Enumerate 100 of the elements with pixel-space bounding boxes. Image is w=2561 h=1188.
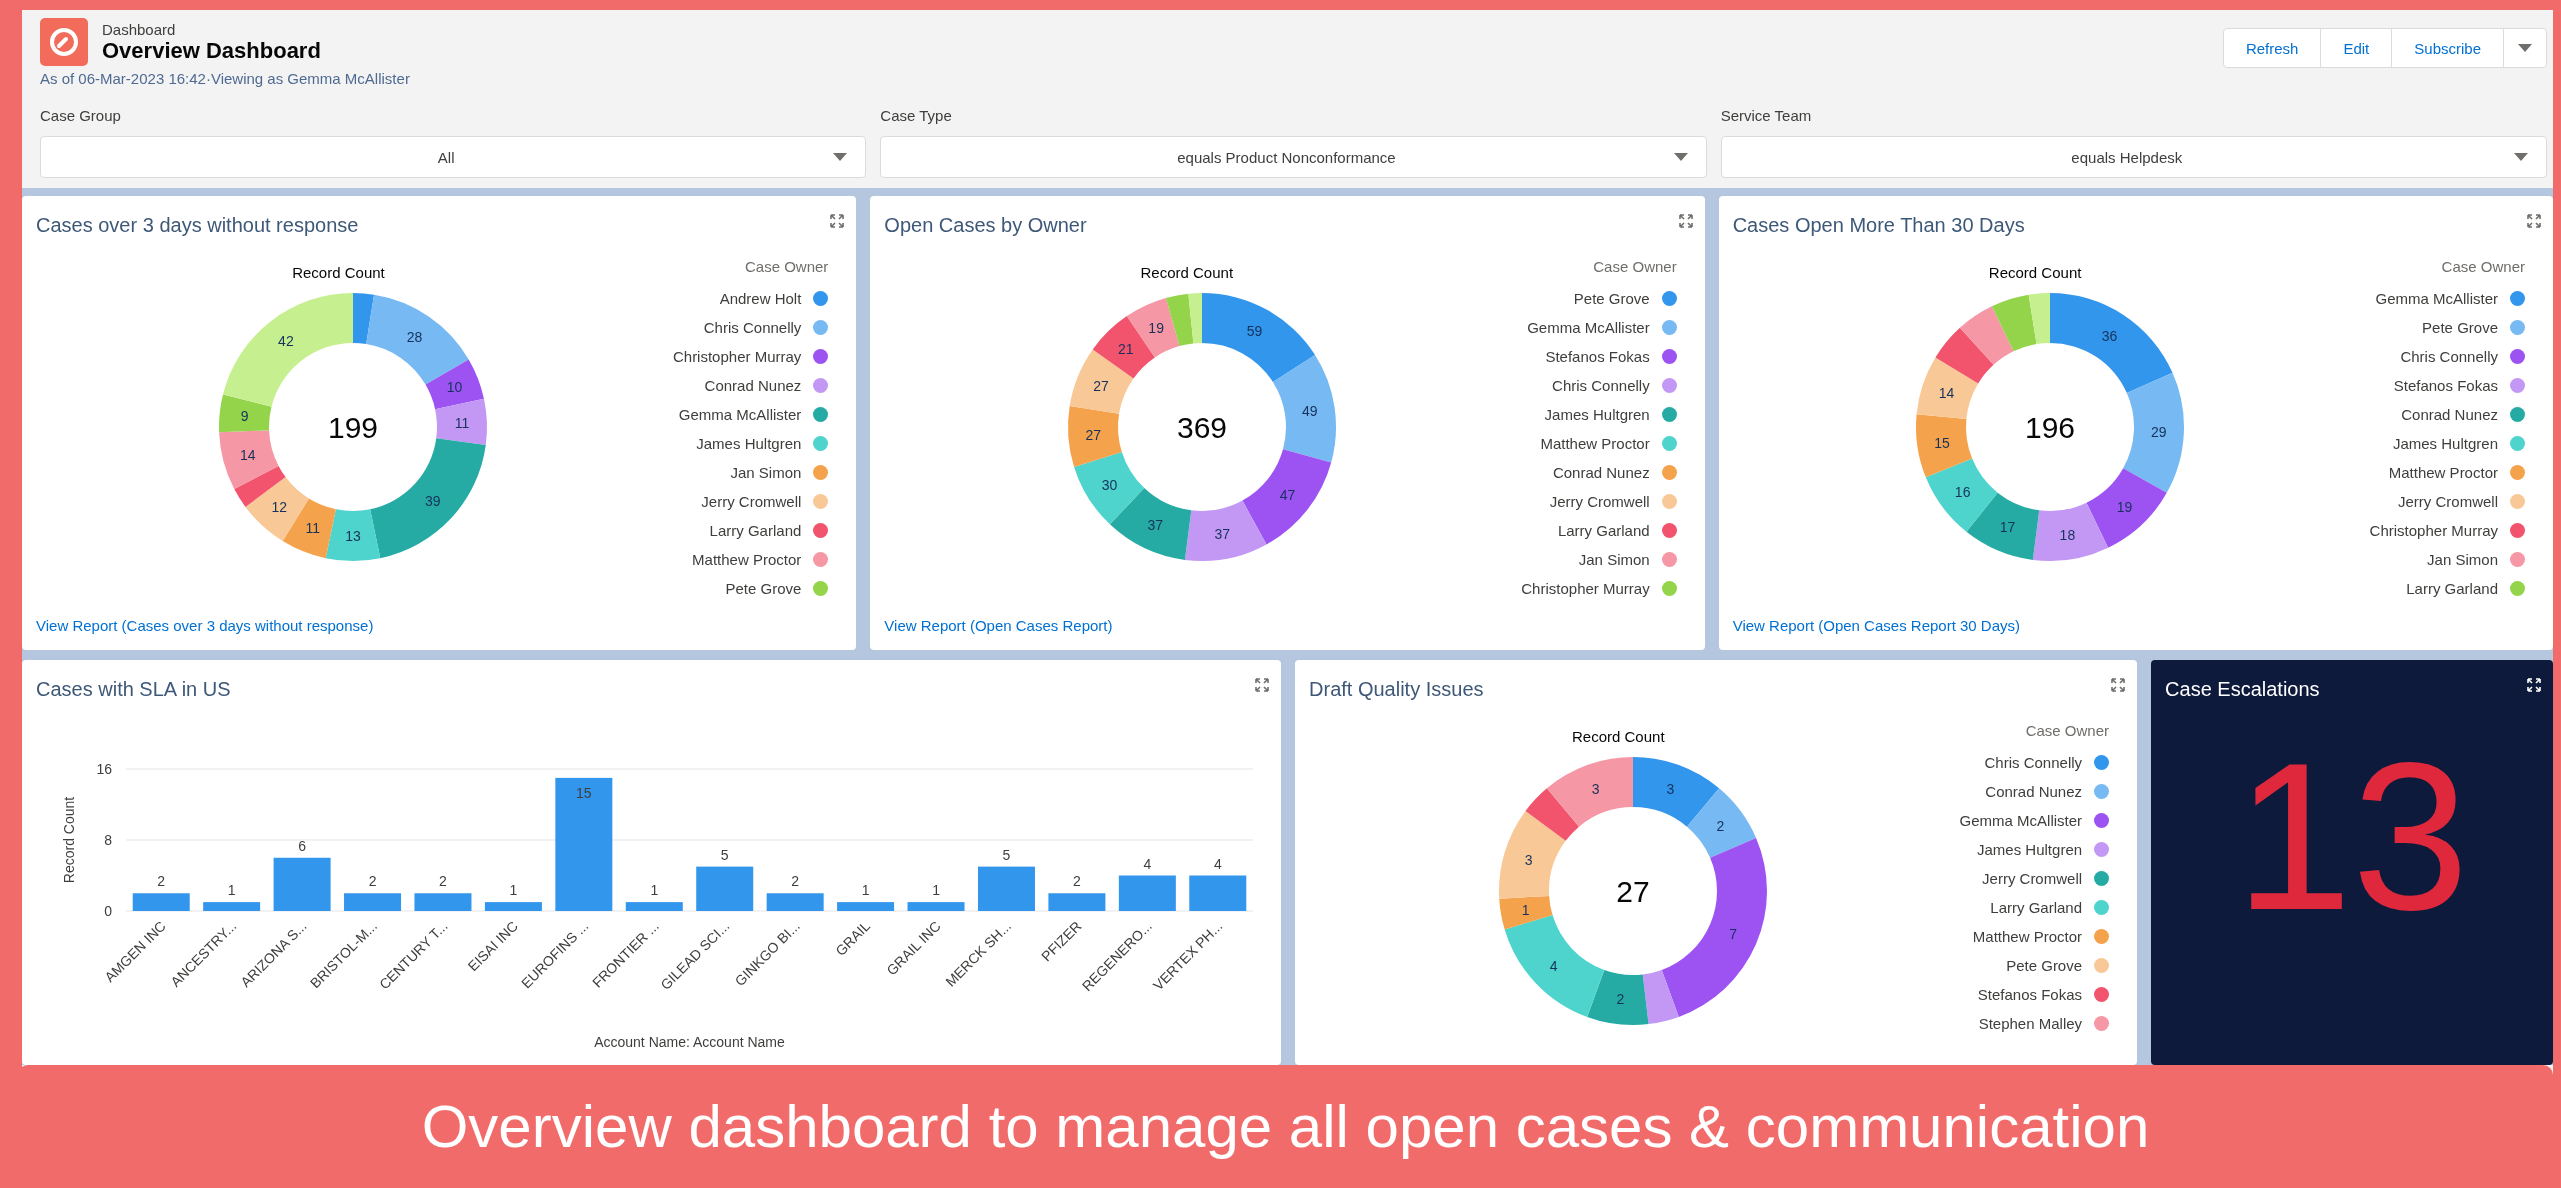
legend-label: James Hultgren bbox=[1544, 406, 1650, 423]
legend-label: Jan Simon bbox=[2427, 551, 2498, 568]
legend-label: Jerry Cromwell bbox=[1549, 493, 1650, 510]
toolbar-button[interactable]: Refresh bbox=[2222, 28, 2322, 68]
page-title: Overview Dashboard bbox=[102, 37, 321, 64]
legend-label: Stephen Malley bbox=[1978, 1015, 2083, 1032]
legend-label: Chris Connelly bbox=[1552, 377, 1650, 394]
card-title: Draft Quality Issues bbox=[1308, 678, 1484, 701]
slice-label: 21 bbox=[1117, 341, 1134, 358]
slice-label: 13 bbox=[345, 528, 362, 544]
slice-label: 36 bbox=[2101, 327, 2118, 344]
chart-title: Record Count bbox=[1988, 264, 2082, 281]
total-count: 196 bbox=[2025, 411, 2076, 444]
slice-label: 27 bbox=[1093, 377, 1109, 394]
legend-label: Christopher Murray bbox=[2369, 522, 2498, 539]
legend-label: Stefanos Fokas bbox=[1545, 348, 1650, 365]
slice-label: 49 bbox=[1301, 402, 1318, 419]
axis-title: Record Count bbox=[61, 796, 77, 884]
legend-label: Chris Connelly bbox=[2400, 348, 2498, 365]
slice-label: 3 bbox=[1592, 780, 1600, 797]
legend-label: Matthew Proctor bbox=[1972, 928, 2083, 945]
chart-title: Record Count bbox=[1572, 728, 1665, 745]
legend-title: Case Owner bbox=[744, 258, 829, 277]
legend-label: Gemma McAllister bbox=[1959, 812, 2083, 829]
legend-label: Jerry Cromwell bbox=[2397, 493, 2498, 510]
total-count: 27 bbox=[1616, 875, 1650, 908]
card-title: Cases over 3 days without response bbox=[35, 214, 359, 237]
axis-tick-label: 0 bbox=[104, 903, 112, 919]
legend-label: Pete Grove bbox=[1573, 290, 1650, 307]
slice-label: 2 bbox=[1616, 991, 1625, 1008]
slice-label: 28 bbox=[407, 329, 423, 346]
bar-value-label: 1 bbox=[509, 882, 518, 899]
filter-select[interactable]: equals Product Nonconformance bbox=[880, 136, 1707, 178]
caption-banner: Overview dashboard to manage all open cases & communication bbox=[22, 1065, 2553, 1188]
legend-label: Matthew Proctor bbox=[2388, 464, 2498, 481]
filter-label: Case Group bbox=[40, 107, 122, 124]
slice-label: 10 bbox=[447, 379, 463, 396]
slice-label: 42 bbox=[278, 333, 295, 350]
legend-label: Gemma McAllister bbox=[2375, 290, 2498, 307]
card-title: Case Escalations bbox=[2164, 678, 2320, 701]
legend-label: Jan Simon bbox=[730, 464, 802, 481]
card-title: Cases with SLA in US bbox=[35, 678, 231, 701]
bar-value-label: 5 bbox=[720, 846, 729, 863]
dropdown-button[interactable] bbox=[2503, 28, 2547, 68]
slice-label: 14 bbox=[240, 447, 256, 464]
slice-label: 37 bbox=[1147, 517, 1163, 534]
view-report-link[interactable]: View Report (Cases over 3 days without response) bbox=[34, 613, 376, 650]
legend-label: Pete Grove bbox=[725, 580, 802, 597]
slice-label: 59 bbox=[1246, 323, 1263, 340]
slice-label: 14 bbox=[1938, 384, 1955, 401]
slice-label: 27 bbox=[1085, 426, 1101, 443]
bar-value-label: 5 bbox=[1002, 846, 1011, 863]
bar-value-label: 2 bbox=[368, 873, 377, 890]
filter-select[interactable]: All bbox=[40, 136, 867, 178]
legend-label: Matthew Proctor bbox=[692, 551, 802, 568]
caret-icon bbox=[2514, 153, 2528, 161]
chart-title: Record Count bbox=[292, 264, 385, 281]
slice-label: 7 bbox=[1729, 926, 1738, 943]
bar-value-label: 1 bbox=[861, 882, 870, 899]
slice-label: 16 bbox=[1955, 484, 1971, 501]
legend-title: Case Owner bbox=[2441, 258, 2525, 277]
filter-select[interactable]: equals Helpdesk bbox=[1720, 136, 2547, 178]
gauge-icon bbox=[40, 18, 88, 66]
timestamp-text: As of 06-Mar-2023 16:42·Viewing as Gemma McAllister bbox=[39, 69, 411, 87]
legend-label: Andrew Holt bbox=[719, 290, 802, 307]
toolbar-button[interactable]: Edit bbox=[2320, 28, 2393, 68]
legend-label: James Hultgren bbox=[2392, 435, 2498, 452]
bar-value-label: 2 bbox=[791, 873, 800, 890]
legend-label: Larry Garland bbox=[1557, 522, 1650, 539]
bar-value-label: 1 bbox=[650, 882, 659, 899]
bar-value-label: 1 bbox=[932, 882, 940, 899]
toolbar-button[interactable]: Subscribe bbox=[2391, 28, 2504, 68]
slice-label: 18 bbox=[2059, 526, 2076, 543]
view-report-link[interactable]: View Report (Open Cases Report) bbox=[882, 613, 1115, 650]
axis-title: Account Name: Account Name bbox=[594, 1034, 785, 1050]
slice-label: 37 bbox=[1214, 526, 1230, 543]
slice-label: 19 bbox=[1148, 320, 1164, 337]
metric-value: 13 bbox=[2235, 732, 2469, 956]
bar-value-label: 2 bbox=[157, 873, 166, 890]
view-report-link[interactable]: View Report (Open Cases Report 30 Days) bbox=[1730, 613, 2022, 650]
chart-title: Record Count bbox=[1140, 264, 1234, 281]
legend-label: Gemma McAllister bbox=[1527, 319, 1650, 336]
filter-label: Service Team bbox=[1720, 107, 1813, 124]
legend-label: James Hultgren bbox=[1977, 841, 2083, 858]
legend-label: Pete Grove bbox=[2006, 957, 2083, 974]
legend-label: Conrad Nunez bbox=[1552, 464, 1650, 481]
breadcrumb: Dashboard bbox=[102, 20, 177, 38]
bar-value-label: 4 bbox=[1213, 855, 1222, 872]
caret-icon bbox=[2518, 44, 2532, 52]
slice-label: 17 bbox=[1999, 519, 2016, 536]
legend-title: Case Owner bbox=[1593, 258, 1677, 277]
slice-label: 4 bbox=[1550, 957, 1558, 974]
slice-label: 15 bbox=[1934, 434, 1951, 451]
legend-title: Case Owner bbox=[2025, 722, 2110, 741]
bar-value-label: 1 bbox=[227, 882, 236, 899]
legend-label: Matthew Proctor bbox=[1540, 435, 1650, 452]
bar-value-label: 15 bbox=[576, 784, 592, 801]
legend-label: Conrad Nunez bbox=[704, 377, 802, 394]
total-count: 369 bbox=[1176, 411, 1227, 444]
legend-label: Conrad Nunez bbox=[2401, 406, 2498, 423]
